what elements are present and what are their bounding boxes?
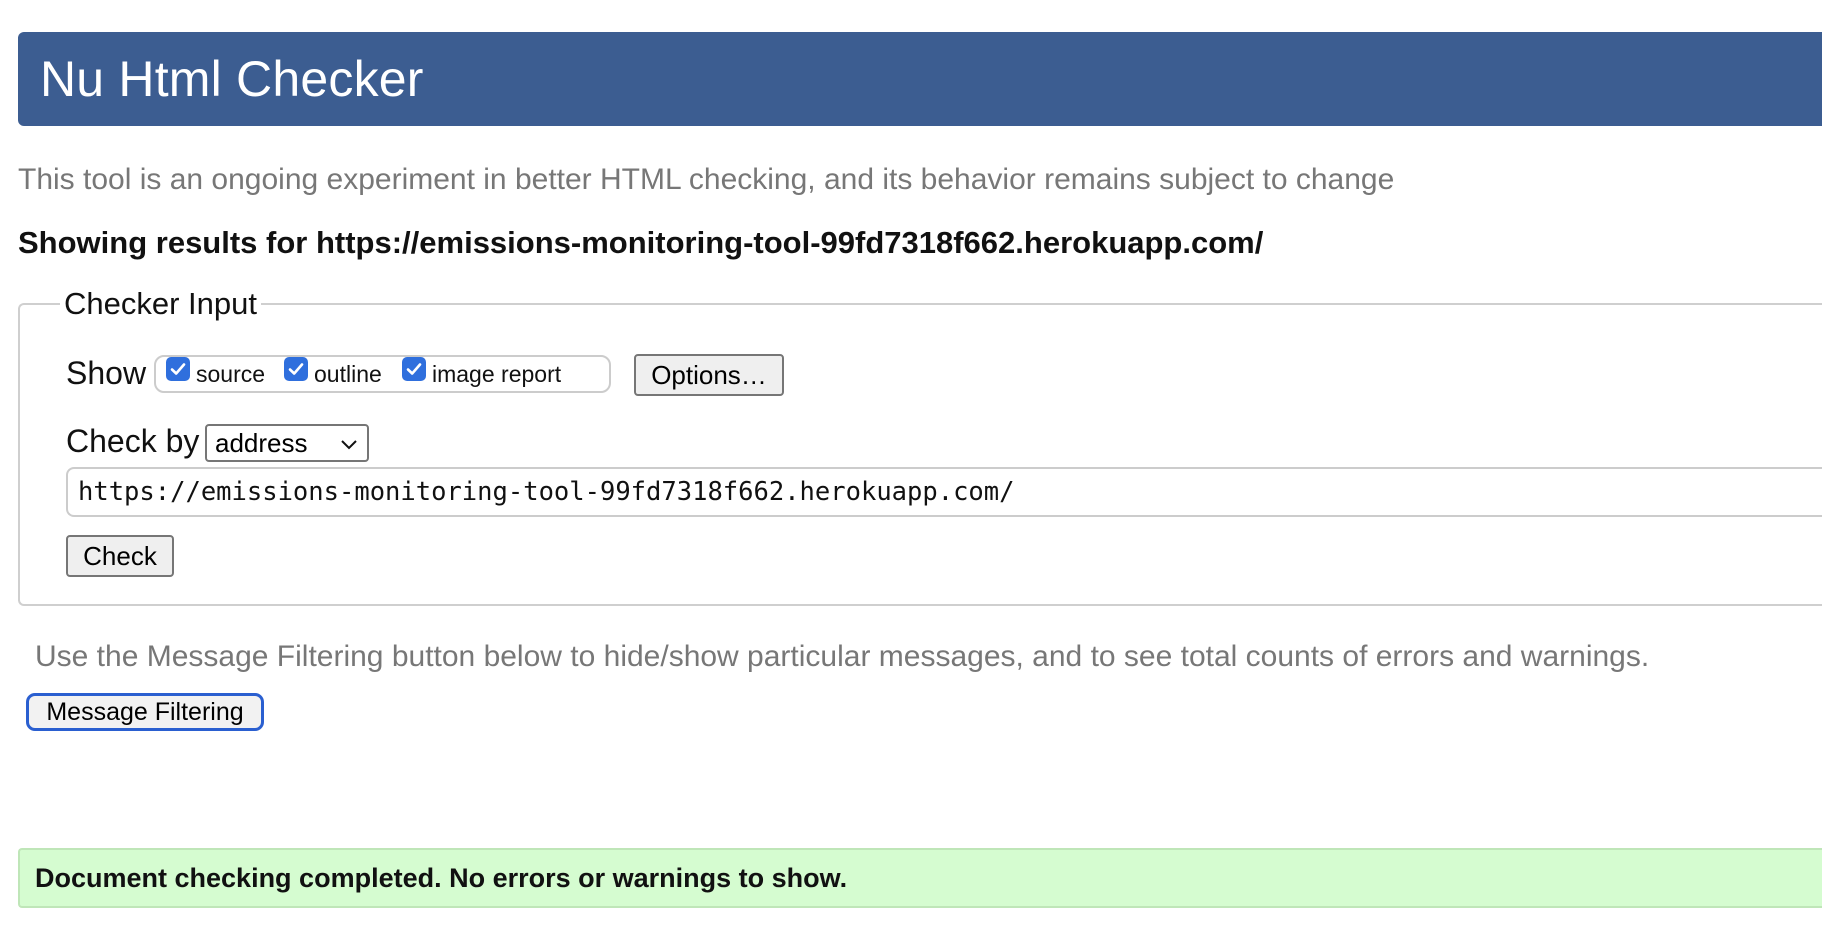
show-label: Show <box>66 355 147 391</box>
options-button[interactable]: Options… <box>634 354 784 396</box>
check-by-select[interactable]: address <box>205 424 369 462</box>
checkmark-icon[interactable] <box>284 356 308 381</box>
check-by-label: Check by <box>66 423 200 459</box>
filtering-help-text: Use the Message Filtering button below t… <box>35 640 1650 673</box>
check-button[interactable]: Check <box>66 535 174 577</box>
show-image-report-label[interactable]: image report <box>432 361 561 388</box>
show-source-checkbox[interactable]: source <box>166 356 265 388</box>
page-title: Nu Html Checker <box>40 51 424 107</box>
show-outline-label[interactable]: outline <box>314 361 382 388</box>
page-header: Nu Html Checker <box>18 32 1822 126</box>
chevron-down-icon[interactable] <box>339 434 359 454</box>
url-input[interactable] <box>66 467 1822 517</box>
intro-subtitle: This tool is an ongoing experiment in be… <box>18 163 1395 196</box>
checkmark-icon[interactable] <box>166 356 190 381</box>
check-by-selected-value[interactable]: address <box>215 428 308 459</box>
results-for-heading: Showing results for https://emissions-mo… <box>18 225 1264 260</box>
show-image-report-checkbox[interactable]: image report <box>402 356 561 388</box>
show-source-label[interactable]: source <box>196 361 265 388</box>
result-success-message: Document checking completed. No errors o… <box>18 848 1822 908</box>
checkmark-icon[interactable] <box>402 356 426 381</box>
checker-input-fieldset: Checker Input Show source outline image … <box>18 286 1822 606</box>
show-outline-checkbox[interactable]: outline <box>284 356 382 388</box>
message-filtering-button[interactable]: Message Filtering <box>26 693 264 731</box>
checker-input-legend: Checker Input <box>60 286 261 322</box>
show-options-group: source outline image report <box>154 355 611 393</box>
